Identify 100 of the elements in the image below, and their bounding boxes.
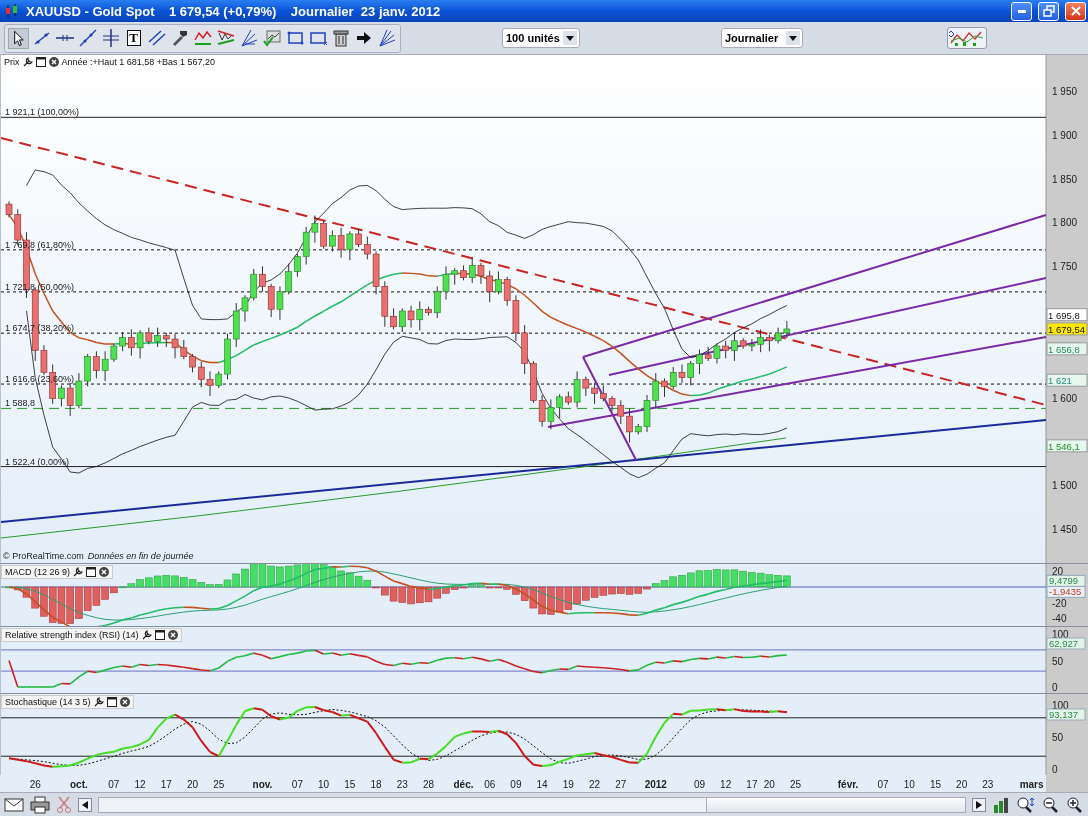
channel-icon — [192, 28, 213, 48]
window-icon[interactable] — [154, 630, 165, 640]
close-icon[interactable] — [167, 630, 178, 640]
histogram-bar — [398, 586, 407, 603]
date-label: 25 — [213, 779, 225, 790]
date-label: 19 — [562, 779, 574, 790]
wrench-icon[interactable] — [141, 630, 152, 640]
scroll-right-button[interactable] — [972, 797, 986, 812]
quantity-dropdown[interactable]: 100 unités — [502, 28, 580, 48]
histogram-bar — [319, 564, 328, 588]
histogram-bar — [730, 569, 739, 588]
parallel-lines-icon — [146, 28, 167, 48]
timeframe-dropdown[interactable]: Journalier — [721, 28, 803, 48]
date-label: 10 — [903, 779, 915, 790]
date-label: oct. — [70, 779, 88, 790]
close-icon[interactable] — [99, 567, 110, 577]
date-label: 07 — [291, 779, 303, 790]
minimize-button[interactable] — [1011, 1, 1032, 21]
window-icon[interactable] — [86, 567, 97, 577]
axis-label: 1 600 — [1052, 392, 1078, 404]
level-label: 1 522,4 (0,00%) — [5, 456, 70, 467]
date-label: 18 — [370, 779, 382, 790]
histogram-bar — [48, 586, 57, 623]
window-icon[interactable] — [106, 697, 117, 707]
candlestick-icon — [4, 3, 20, 19]
histogram-bar — [92, 586, 101, 606]
mail-icon[interactable] — [4, 796, 24, 813]
histogram-bar — [284, 565, 293, 588]
date-label: 2012 — [644, 779, 667, 790]
horizontal-scrollbar[interactable] — [98, 796, 966, 813]
tool-button[interactable] — [77, 27, 98, 49]
close-button[interactable] — [1065, 1, 1086, 21]
histogram-bar — [258, 564, 267, 588]
tool-button[interactable] — [146, 27, 167, 49]
histogram-bar — [599, 586, 608, 596]
histogram-bar — [555, 586, 564, 613]
axis-label: 1 450 — [1052, 524, 1078, 535]
printer-icon[interactable] — [30, 795, 50, 814]
zoom-fit-icon[interactable] — [1016, 795, 1036, 814]
bar-chart-icon[interactable] — [992, 795, 1010, 814]
axis-label: 1 800 — [1052, 217, 1078, 229]
price-tag: 1 656,8 — [1046, 342, 1088, 356]
triangle-right-icon — [976, 800, 982, 809]
date-label: mars — [1019, 779, 1044, 790]
axis-label: 0 — [1052, 764, 1058, 775]
date-label: 15 — [344, 779, 356, 790]
date-label: 14 — [536, 779, 548, 790]
trash-icon — [330, 28, 351, 48]
value-readout: 62,927 — [1046, 637, 1086, 650]
date-label: 17 — [746, 779, 758, 790]
panel-label: Relative strength index (RSI) (14) — [5, 630, 139, 640]
close-icon — [1069, 5, 1082, 17]
histogram-bar — [721, 569, 730, 588]
data-note: Données en fin de journée — [87, 551, 194, 561]
line-icon — [77, 28, 98, 48]
close-icon[interactable] — [48, 57, 59, 67]
zoom-in-icon[interactable] — [1066, 795, 1084, 814]
tool-button[interactable] — [8, 27, 29, 49]
date-label: 25 — [790, 779, 802, 790]
axis-label: 1 750 — [1052, 261, 1078, 273]
wrench-icon[interactable] — [22, 57, 33, 67]
panel-label: Stochastique (14 3 5) — [5, 697, 91, 707]
wrench-icon[interactable] — [93, 697, 104, 707]
date-label: 20 — [187, 779, 199, 790]
restore-button[interactable] — [1038, 1, 1059, 21]
axis-label: 1 900 — [1052, 129, 1078, 141]
level-label: 1 921,1 (100,00%) — [5, 107, 80, 118]
close-icon[interactable] — [119, 697, 130, 707]
date-label: 28 — [422, 779, 435, 790]
date-label: déc. — [453, 779, 474, 790]
fan-lines-icon — [376, 28, 397, 48]
date-label: févr. — [837, 779, 859, 790]
triangle-pattern-icon — [215, 28, 236, 48]
wrench-icon[interactable] — [73, 567, 84, 577]
histogram-bar — [153, 575, 162, 588]
date-label: 23 — [396, 779, 408, 790]
zoom-out-icon[interactable] — [1042, 795, 1060, 814]
value-readout: 93,137 — [1046, 708, 1086, 721]
date-label: 23 — [982, 779, 994, 790]
date-label: 09 — [693, 779, 705, 790]
date-label: 07 — [108, 779, 120, 790]
axis-label: 1 500 — [1052, 480, 1078, 492]
price-tag: 1 621 — [1046, 373, 1088, 387]
panel-label: Prix — [4, 57, 20, 67]
date-label: 10 — [318, 779, 330, 790]
histogram-bar — [249, 564, 258, 588]
histogram-bar — [424, 586, 433, 603]
axis-label: 50 — [1052, 732, 1064, 743]
price-tag: 1 695,8 — [1046, 308, 1088, 322]
histogram-bar — [162, 574, 171, 588]
scroll-left-button[interactable] — [78, 797, 92, 812]
date-label: 20 — [763, 779, 775, 790]
date-label: 09 — [510, 779, 522, 790]
histogram-bar — [57, 586, 66, 624]
indicator-chart-button[interactable] — [947, 27, 987, 49]
window-title: XAUUSD - Gold Spot 1 679,54 (+0,79%) Journalier 23 janv. 2012 — [26, 3, 442, 19]
axis-label: 1 850 — [1052, 173, 1078, 185]
vertical-line-icon — [100, 28, 121, 48]
price-tag: 1 546,1 — [1046, 439, 1088, 453]
window-icon[interactable] — [35, 57, 46, 67]
